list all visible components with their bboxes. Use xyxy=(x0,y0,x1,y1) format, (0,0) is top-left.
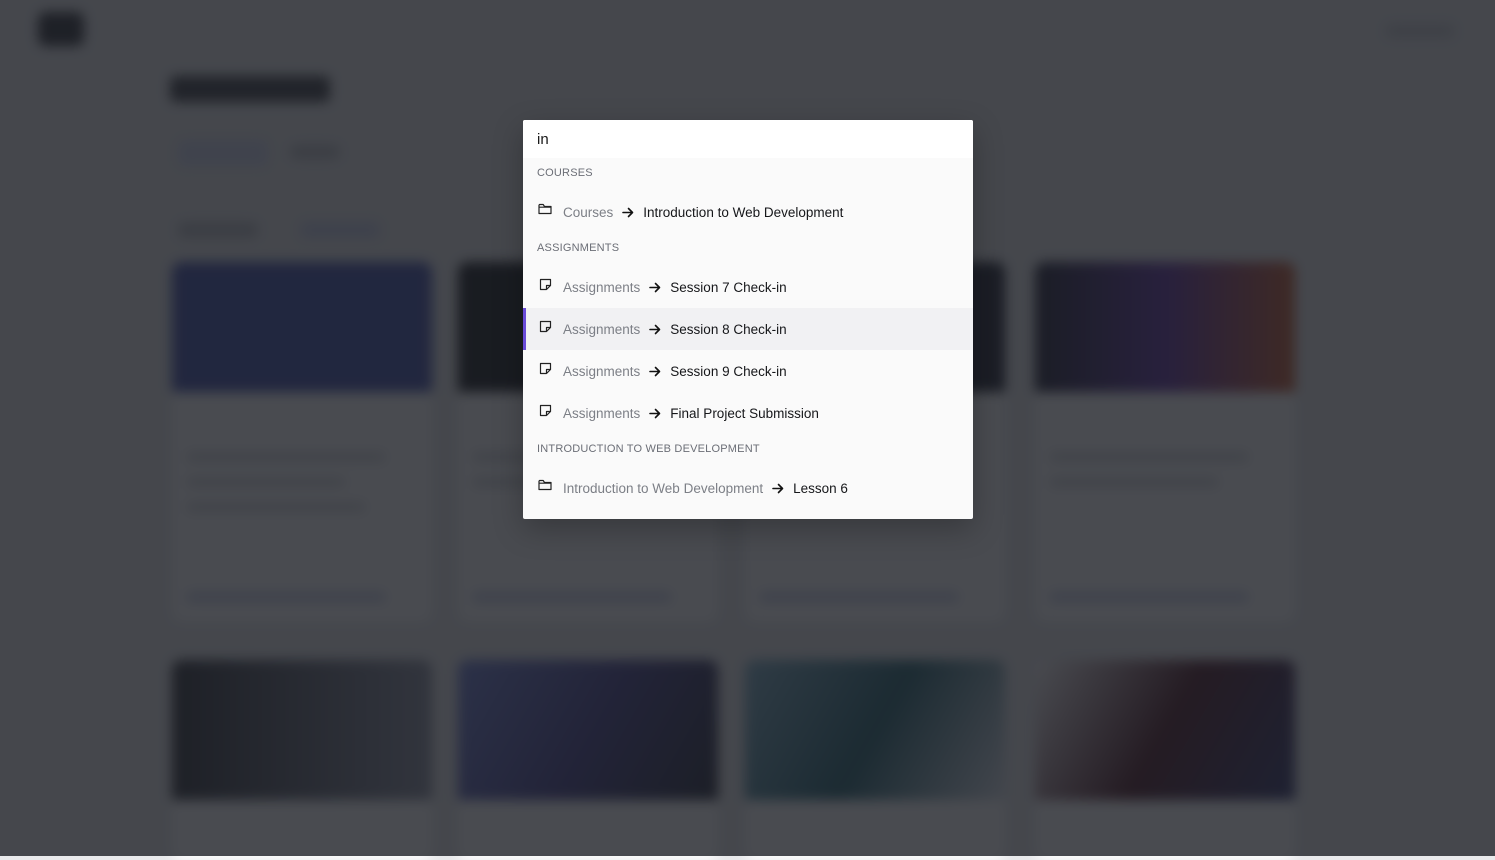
result-breadcrumb: Assignments xyxy=(563,405,641,421)
result-breadcrumb: Courses xyxy=(563,204,614,220)
result-title: Session 8 Check-in xyxy=(670,321,787,337)
search-result-item[interactable]: Courses Introduction to Web Development xyxy=(523,191,973,233)
arrow-right-icon xyxy=(622,207,634,218)
note-icon xyxy=(537,318,553,334)
result-breadcrumb: Assignments xyxy=(563,279,641,295)
folder-icon xyxy=(537,477,553,493)
folder-icon xyxy=(537,201,553,217)
result-title: Final Project Submission xyxy=(670,405,819,421)
result-breadcrumb: Assignments xyxy=(563,321,641,337)
command-palette: COURSES Courses Introduction to Web Develo… xyxy=(523,120,973,519)
result-title: Session 9 Check-in xyxy=(670,363,787,379)
search-result-item[interactable]: Assignments Final Project Submission xyxy=(523,392,973,434)
section-header: COURSES xyxy=(537,167,593,179)
note-icon xyxy=(537,402,553,418)
result-breadcrumb: Introduction to Web Development xyxy=(563,480,764,496)
result-title: Introduction to Web Development xyxy=(643,204,844,220)
section-header: INTRODUCTION TO WEB DEVELOPMENT xyxy=(537,443,760,455)
arrow-right-icon xyxy=(772,483,784,494)
note-icon xyxy=(537,360,553,376)
result-breadcrumb: Assignments xyxy=(563,363,641,379)
arrow-right-icon xyxy=(649,324,661,335)
search-result-item[interactable]: Assignments Session 7 Check-in xyxy=(523,266,973,308)
search-result-item[interactable]: Assignments Session 8 Check-in xyxy=(523,308,973,350)
note-icon xyxy=(537,276,553,292)
section-header: ASSIGNMENTS xyxy=(537,242,620,254)
arrow-right-icon xyxy=(649,408,661,419)
search-row xyxy=(523,120,973,158)
result-title: Lesson 6 xyxy=(793,480,848,496)
result-title: Session 7 Check-in xyxy=(670,279,787,295)
arrow-right-icon xyxy=(649,366,661,377)
search-input[interactable] xyxy=(537,128,957,150)
search-result-item[interactable]: Introduction to Web DevelopmentLesson 4 xyxy=(523,509,973,519)
results-list: COURSES Courses Introduction to Web Develo… xyxy=(523,158,973,519)
arrow-right-icon xyxy=(649,282,661,293)
search-result-item[interactable]: Introduction to Web Development Lesson 6 xyxy=(523,467,973,509)
search-result-item[interactable]: Assignments Session 9 Check-in xyxy=(523,350,973,392)
